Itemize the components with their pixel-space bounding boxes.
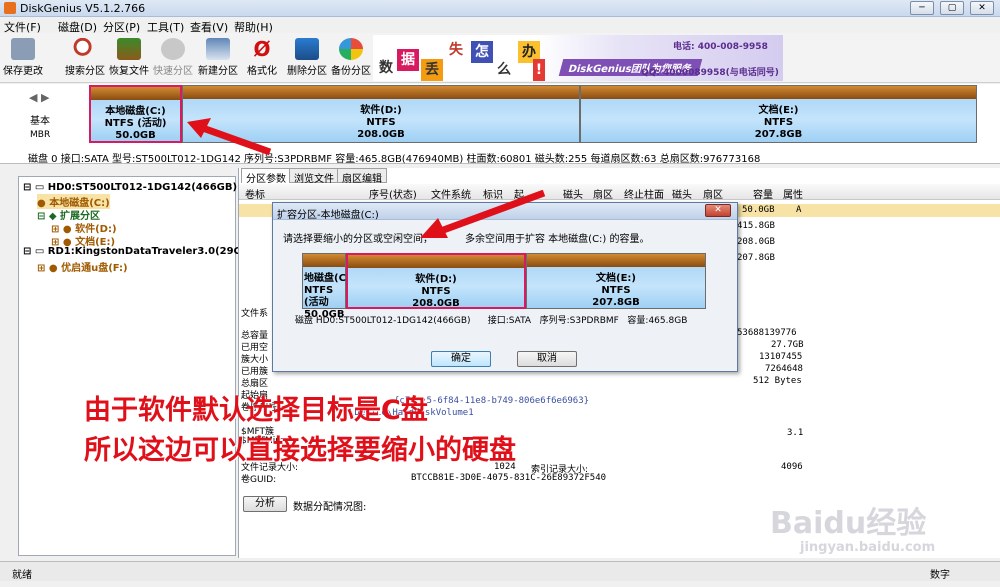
detail-label: 文件系 <box>241 309 269 319</box>
minimize-button[interactable]: ─ <box>910 1 934 15</box>
distribution-label: 数据分配情况图: <box>293 502 367 513</box>
ad-banner[interactable]: 数 据 丢 失 怎 么 办 ! DiskGenius团队为您服务 电话: 400… <box>373 35 783 81</box>
partition-c[interactable]: 本地磁盘(C:) NTFS (活动) 50.0GB <box>89 85 182 143</box>
tree-disk0[interactable]: ⊟ ▭ HD0:ST500LT012-1DG142(466GB) <box>23 182 237 193</box>
banner-char: 数 <box>375 57 397 79</box>
disk-style-label: MBR <box>30 130 51 140</box>
annotation-arrow-1 <box>187 118 272 156</box>
detail-volguid: BTCCB81E-3D0E-4075-831C-26E89372F540 <box>411 473 607 483</box>
banner-phone: 电话: 400-008-9958 <box>673 42 768 52</box>
close-button[interactable]: ✕ <box>970 1 994 15</box>
detail-value: 3.1 <box>787 428 804 438</box>
detail-value: 512 Bytes <box>753 376 802 386</box>
dialog-close-button[interactable]: ✕ <box>705 204 731 217</box>
col-attr[interactable]: 属性 <box>783 186 803 201</box>
status-bar: 就绪 数字 <box>0 561 1000 581</box>
col-head[interactable]: 磁头 <box>563 186 583 201</box>
detail-value: 7264648 <box>765 364 803 374</box>
col-index[interactable]: 序号(状态) <box>369 186 417 201</box>
backup-partition-button[interactable]: 备份分区 <box>328 35 374 81</box>
col-label[interactable]: 卷标 <box>245 186 265 201</box>
recover-files-button[interactable]: 恢复文件 <box>106 35 152 81</box>
title-bar: DiskGenius V5.1.2.766 ─ ▢ ✕ <box>0 0 1000 17</box>
dialog-title: 扩容分区-本地磁盘(C:) <box>277 210 379 221</box>
col-end-sector[interactable]: 扇区 <box>703 186 723 201</box>
annotation-arrow-2 <box>420 190 546 238</box>
save-icon <box>11 38 35 60</box>
disk-info: 磁盘 0 接口:SATA 型号:ST500LT012-1DG142 序列号:S3… <box>28 154 761 165</box>
banner-char: 怎 <box>471 41 493 63</box>
cancel-button[interactable]: 取消 <box>517 351 577 367</box>
maximize-button[interactable]: ▢ <box>940 1 964 15</box>
search-partition-button[interactable]: 搜索分区 <box>62 35 108 81</box>
tree-disk1[interactable]: ⊟ ▭ RD1:KingstonDataTraveler3.0(29GB <box>23 246 249 257</box>
col-size[interactable]: 容量 <box>753 186 773 201</box>
app-icon <box>4 2 16 14</box>
disk-type-label: 基本 <box>30 116 50 127</box>
status-text: 就绪 <box>12 570 32 581</box>
annotation-line-2: 所以这边可以直接选择要缩小的硬盘 <box>84 435 516 466</box>
tab-partition-params[interactable]: 分区参数 <box>241 168 291 185</box>
banner-char: ! <box>533 59 545 81</box>
prev-disk-icon[interactable]: ◀ <box>29 91 37 104</box>
col-sector[interactable]: 扇区 <box>593 186 613 201</box>
partition-e[interactable]: 文档(E:) NTFS 207.8GB <box>580 85 977 143</box>
tree-partition-f[interactable]: ⊞ ● 优启通u盘(F:) <box>37 259 128 274</box>
banner-char: 失 <box>445 39 467 61</box>
detail-value: 27.7GB <box>771 340 804 350</box>
tab-sector-edit[interactable]: 扇区编辑 <box>337 168 387 185</box>
col-end-cyl[interactable]: 终止柱面 <box>624 186 664 201</box>
save-changes-button[interactable]: 保存更改 <box>0 35 46 81</box>
trash-icon <box>295 38 319 60</box>
col-end-head[interactable]: 磁头 <box>672 186 692 201</box>
new-partition-button[interactable]: 新建分区 <box>195 35 241 81</box>
numlock-indicator: 数字 <box>930 570 950 581</box>
format-button[interactable]: Ø 格式化 <box>239 35 285 81</box>
search-icon <box>73 38 97 60</box>
banner-char: 丢 <box>421 59 443 81</box>
backup-icon <box>339 38 363 60</box>
banner-char: 据 <box>397 49 419 71</box>
format-icon: Ø <box>253 37 271 61</box>
column-header: 卷标 序号(状态) 文件系统 标识 起 磁头 扇区 终止柱面 磁头 扇区 容量 … <box>239 184 1000 201</box>
quick-partition-icon <box>161 38 185 60</box>
detail-value: 53688139776 <box>737 328 797 338</box>
next-disk-icon[interactable]: ▶ <box>41 91 49 104</box>
quick-partition-button[interactable]: 快速分区 <box>150 35 196 81</box>
detail-label: 卷GUID: <box>241 475 277 485</box>
banner-char: 么 <box>493 59 515 81</box>
recover-icon <box>117 38 141 60</box>
dialog-partition-e[interactable]: 文档(E:) NTFS 207.8GB <box>526 253 706 309</box>
watermark-url: jingyan.baidu.com <box>800 540 936 555</box>
annotation-line-1: 由于软件默认选择目标是C盘 <box>84 395 428 426</box>
disk-tree: ⊟ ▭ HD0:ST500LT012-1DG142(466GB) ● 本地磁盘(… <box>18 176 249 556</box>
dialog-partition-c[interactable]: 地磁盘(C NTFS (活动 50.0GB <box>302 253 346 320</box>
window-title: DiskGenius V5.1.2.766 <box>20 2 146 15</box>
delete-partition-button[interactable]: 删除分区 <box>284 35 330 81</box>
dialog-prompt: 请选择要缩小的分区或空闲空间， <box>283 234 433 245</box>
banner-qq: QQ: 4000089958(与电话同号) <box>641 68 779 78</box>
tab-browse-files[interactable]: 浏览文件 <box>289 168 339 185</box>
detail-value: 4096 <box>781 462 803 472</box>
menu-bar: 文件(F) 磁盘(D) 分区(P) 工具(T) 查看(V) 帮助(H) <box>0 17 1000 34</box>
dialog-partition-d[interactable]: 软件(D:) NTFS 208.0GB <box>346 253 526 309</box>
new-partition-icon <box>206 38 230 60</box>
watermark-logo: Baidu经验 <box>770 506 927 541</box>
ok-button[interactable]: 确定 <box>431 351 491 367</box>
analyze-button[interactable]: 分析 <box>243 496 287 512</box>
dialog-disk-info: 磁盘 HD0:ST500LT012-1DG142(466GB) 接口:SATA … <box>295 316 688 326</box>
detail-value: 13107455 <box>759 352 803 362</box>
